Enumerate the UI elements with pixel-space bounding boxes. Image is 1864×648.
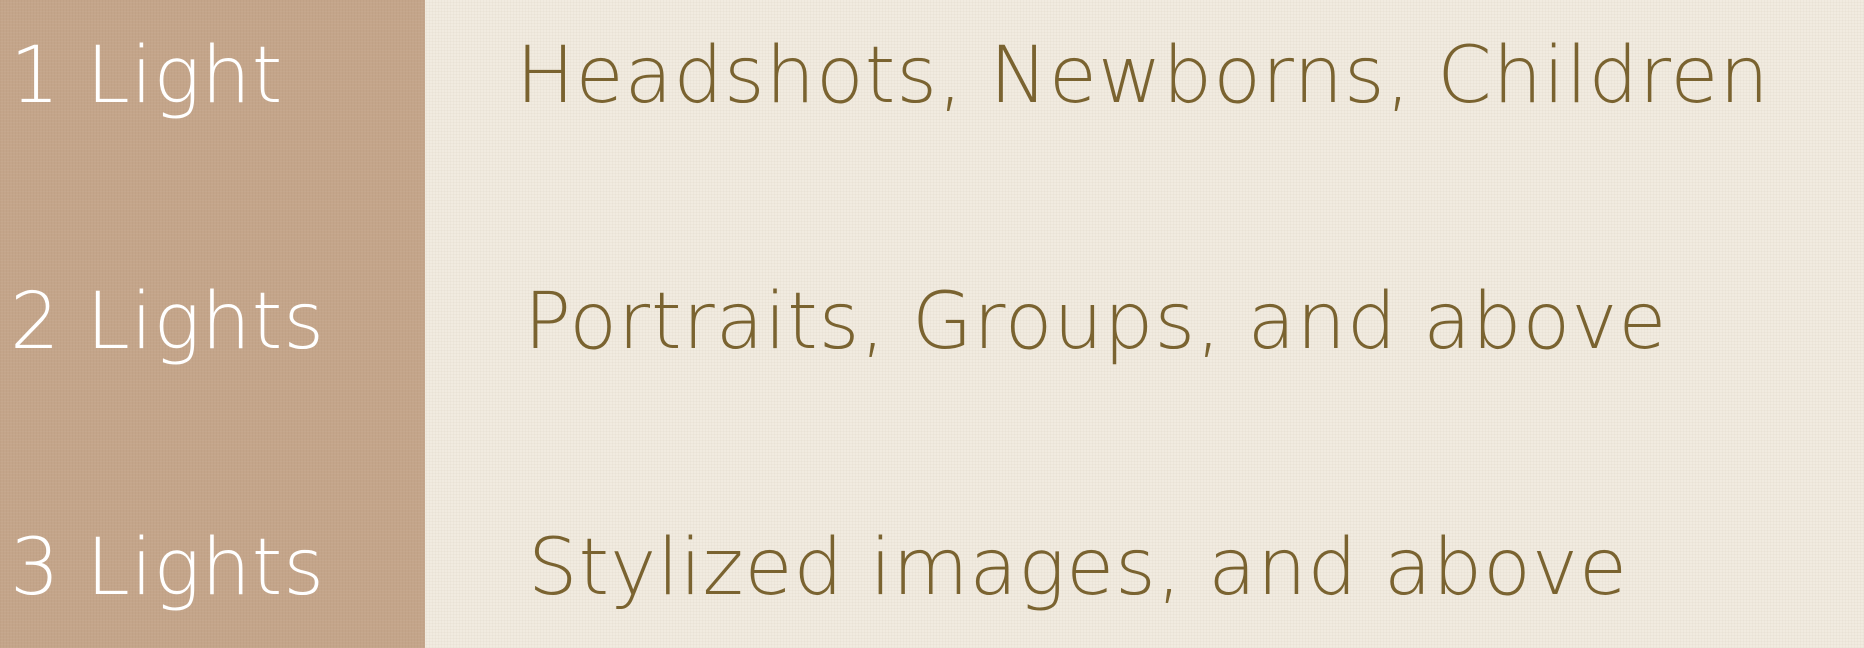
use-case-description: Portraits, Groups, and above <box>524 277 1668 367</box>
light-count-label: 2 Lights <box>10 277 326 367</box>
light-count-label: 3 Lights <box>10 523 326 613</box>
use-case-description: Stylized images, and above <box>528 523 1629 613</box>
lighting-row-1: 1 Light Headshots, Newborns, Children <box>0 16 1864 136</box>
lighting-row-2: 2 Lights Portraits, Groups, and above <box>0 262 1864 382</box>
lighting-row-3: 3 Lights Stylized images, and above <box>0 508 1864 628</box>
use-case-description: Headshots, Newborns, Children <box>516 31 1770 121</box>
light-count-label: 1 Light <box>10 31 284 121</box>
